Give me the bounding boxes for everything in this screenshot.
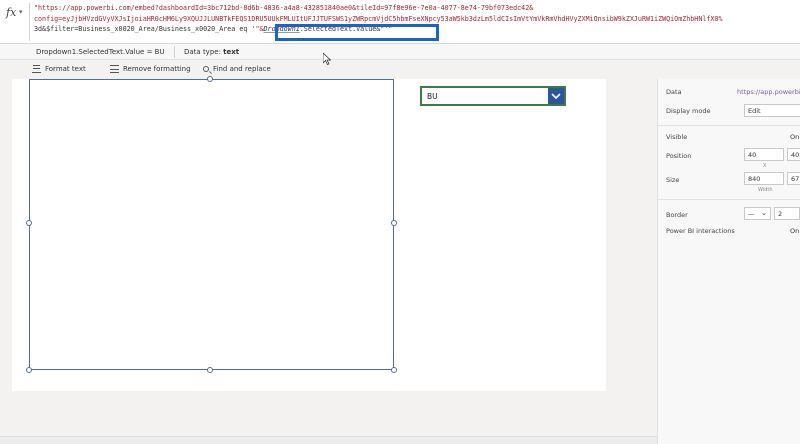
prop-visible-label: Visible	[666, 133, 688, 141]
formula-line-1: "https://app.powerbi.com/embed?dashboard…	[34, 4, 534, 12]
position-x-caption: X	[763, 163, 767, 169]
display-mode-select[interactable]: Edit	[744, 104, 800, 117]
remove-formatting-label: Remove formatting	[123, 65, 191, 73]
prop-data-value[interactable]: https://app.powerbi	[737, 88, 800, 96]
properties-pane: Data https://app.powerbi Display mode Ed…	[657, 79, 800, 444]
dropdown-selected-value: BU	[427, 92, 438, 101]
resize-handle-bottom-left[interactable]	[26, 367, 32, 373]
chevron-down-icon: ⌄	[761, 209, 767, 217]
highlight-box	[275, 24, 439, 41]
remove-formatting-button[interactable]: Remove formatting	[110, 65, 191, 73]
result-divider	[174, 46, 175, 58]
formula-bar: fx ▾ "https://app.powerbi.com/embed?dash…	[0, 0, 800, 44]
position-x-value: 40	[748, 151, 757, 159]
border-style-select[interactable]: — ⌄	[744, 207, 771, 220]
result-expression: Dropdown1.SelectedText.Value = BU	[36, 48, 165, 56]
data-type-label: Data type: text	[184, 48, 239, 56]
prop-position-label: Position	[666, 152, 692, 160]
prop-border-label: Border	[666, 211, 688, 219]
find-replace-label: Find and replace	[213, 65, 271, 73]
pane-divider	[658, 199, 800, 200]
prop-display-mode-label: Display mode	[666, 107, 711, 115]
pane-divider	[658, 125, 800, 126]
display-mode-value: Edit	[748, 107, 761, 115]
data-type-caption: Data type:	[184, 48, 224, 56]
format-text-icon	[32, 65, 41, 73]
prop-size-label: Size	[666, 176, 680, 184]
chevron-down-icon[interactable]: ▾	[19, 8, 23, 16]
data-type-value: text	[223, 48, 240, 56]
fx-label: fx	[6, 6, 17, 19]
border-width-value: 2	[778, 210, 783, 218]
formula-filter-text: 3d&$filter=Business_x0020_Area/Business_…	[34, 25, 256, 33]
size-height-value: 677	[791, 175, 800, 183]
formula-line-2: config=eyJjbHVzdGVyVXJsIjoiaHR0cHM6Ly9XQ…	[34, 14, 723, 23]
formula-divider	[29, 3, 30, 41]
formula-quote-open: "&	[255, 25, 264, 33]
powerbi-interactions-toggle[interactable]: On	[790, 227, 799, 235]
resize-handle-top[interactable]	[207, 76, 213, 82]
formula-result-row: Dropdown1.SelectedText.Value = BU Data t…	[0, 44, 800, 60]
size-height-input[interactable]: 677	[787, 172, 800, 185]
remove-formatting-icon	[110, 65, 119, 73]
size-width-caption: Width	[758, 187, 773, 193]
resize-handle-left[interactable]	[26, 220, 32, 226]
find-replace-button[interactable]: Find and replace	[203, 65, 271, 73]
dropdown-control[interactable]: BU	[420, 86, 566, 106]
position-y-input[interactable]: 40	[787, 148, 800, 161]
formatting-toolbar: Format text Remove formatting Find and r…	[12, 60, 657, 79]
powerbi-tile[interactable]	[29, 79, 394, 370]
border-width-input[interactable]: 2	[774, 207, 800, 220]
visible-toggle[interactable]: On	[790, 133, 799, 141]
format-text-button[interactable]: Format text	[32, 65, 86, 73]
dropdown-toggle-button[interactable]	[548, 88, 564, 104]
prop-powerbi-interactions-label: Power BI interactions	[666, 227, 735, 235]
size-width-value: 840	[748, 175, 761, 183]
position-y-value: 40	[791, 151, 800, 159]
resize-handle-bottom-right[interactable]	[391, 367, 397, 373]
mouse-cursor-icon	[323, 53, 331, 65]
search-icon	[203, 66, 209, 72]
chevron-down-icon	[551, 93, 561, 100]
size-width-input[interactable]: 840	[744, 172, 784, 185]
resize-handle-right[interactable]	[391, 220, 397, 226]
format-text-label: Format text	[45, 65, 86, 73]
resize-handle-bottom[interactable]	[207, 367, 213, 373]
border-style-value: —	[748, 210, 755, 218]
prop-data-label: Data	[666, 88, 682, 96]
position-x-input[interactable]: 40	[744, 148, 784, 161]
bottom-status-strip	[0, 436, 657, 444]
